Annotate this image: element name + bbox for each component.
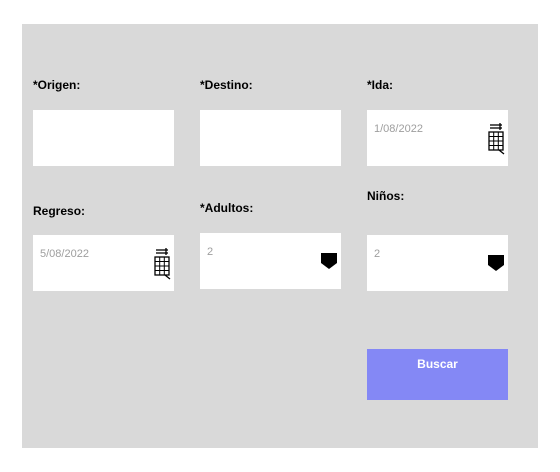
ida-date-field[interactable]: 1/08/2022 [367, 110, 508, 166]
regreso-value: 5/08/2022 [40, 248, 89, 260]
adultos-value: 2 [207, 246, 214, 258]
search-form-panel: *Origen: *Destino: *Ida: 1/08/2022 Regre… [22, 24, 538, 448]
ida-value: 1/08/2022 [374, 123, 423, 135]
regreso-date-field[interactable]: 5/08/2022 [33, 235, 174, 291]
ninos-select[interactable]: 2 [367, 235, 508, 291]
ninos-label: Niños: [367, 189, 405, 203]
caret-down-icon[interactable] [487, 254, 505, 272]
regreso-label: Regreso: [33, 204, 86, 218]
buscar-button-label: Buscar [417, 357, 458, 371]
destino-label: *Destino: [200, 78, 253, 92]
buscar-button[interactable]: Buscar [367, 349, 508, 400]
origen-field[interactable] [33, 110, 174, 166]
adultos-select[interactable]: 2 [200, 233, 341, 289]
destino-field[interactable] [200, 110, 341, 166]
ninos-value: 2 [374, 248, 381, 260]
origen-label: *Origen: [33, 78, 81, 92]
calendar-icon[interactable] [153, 248, 171, 280]
calendar-icon[interactable] [487, 123, 505, 155]
adultos-label: *Adultos: [200, 201, 254, 215]
ida-label: *Ida: [367, 78, 394, 92]
caret-down-icon[interactable] [320, 252, 338, 270]
